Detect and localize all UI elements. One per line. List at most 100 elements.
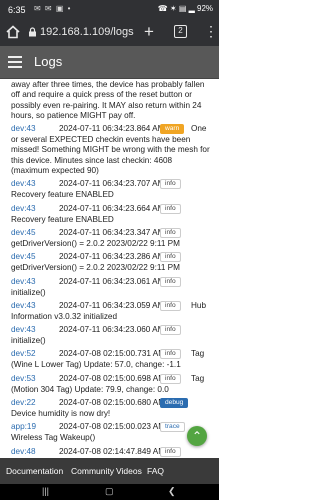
- log-entry-meta: dev:52 2024-07-08 02:15:00.731 AM info Tag: [11, 349, 211, 360]
- log-timestamp: 2024-07-11 06:34:23.286 AM: [59, 252, 165, 262]
- notification-icons: ✉ ✉ ▣ •: [34, 4, 72, 13]
- log-device-link[interactable]: dev:52: [11, 349, 36, 358]
- log-entry: dev:43 2024-07-11 06:34:23.707 AM info Reco…: [11, 179, 211, 200]
- log-timestamp: 2024-07-08 02:14:47.849 AM: [59, 446, 166, 456]
- log-timestamp: 2024-07-11 06:34:23.061 AM: [59, 276, 165, 286]
- log-message: getDriverVersion() = 2.0.2 2023/02/22 9:…: [11, 263, 180, 273]
- home-nav-icon[interactable]: ▢: [105, 486, 114, 497]
- log-entry-meta: app:19 2024-07-08 02:15:00.023 AM trace: [11, 422, 211, 433]
- info-icon[interactable]: [28, 27, 37, 37]
- log-entry: app:19 2024-07-08 02:15:00.023 AM trace Wir…: [11, 422, 211, 443]
- log-entry-meta: dev:43 2024-07-11 06:34:23.707 AM info: [11, 179, 211, 190]
- log-level-badge: info: [160, 446, 181, 457]
- log-level-badge: info: [160, 276, 181, 287]
- page-footer: Documentation Community Videos FAQ: [0, 458, 219, 484]
- log-timestamp: 2024-07-11 06:34:23.059 AM: [59, 300, 165, 310]
- log-entry: dev:22 2024-07-08 02:15:00.680 AM debug Dev…: [11, 398, 211, 419]
- log-device-link[interactable]: dev:48: [11, 447, 36, 456]
- log-device-link[interactable]: dev:43: [11, 179, 36, 188]
- system-nav-bar: ||| ▢ ❮: [0, 484, 219, 500]
- log-level-badge: warn: [160, 124, 185, 135]
- recents-icon[interactable]: |||: [42, 486, 49, 496]
- log-message: initialize(): [11, 287, 46, 297]
- url-field[interactable]: 192.168.1.109/logs: [40, 26, 134, 38]
- log-entry: dev:43 2024-07-11 06:34:23.864 AM warn One o…: [11, 124, 211, 176]
- footer-link-faq[interactable]: FAQ: [147, 466, 164, 476]
- log-device-link[interactable]: dev:45: [11, 228, 36, 237]
- page-title: Logs: [34, 54, 63, 69]
- log-level-badge: info: [160, 252, 181, 263]
- log-message: Device humidity is now dry!: [11, 409, 111, 419]
- browser-menu-icon[interactable]: ⋮: [204, 23, 218, 40]
- log-message: initialize(): [11, 336, 46, 346]
- log-message-start: Hub: [191, 300, 207, 310]
- log-device-link[interactable]: app:19: [11, 422, 36, 431]
- log-message: Information v3.0.32 initialized: [11, 311, 118, 321]
- log-level-badge: info: [160, 227, 181, 238]
- log-message-start: Tag: [191, 349, 205, 359]
- log-entry-meta: dev:43 2024-07-11 06:34:23.664 AM info: [11, 203, 211, 215]
- back-icon[interactable]: ❮: [168, 486, 176, 497]
- log-device-link[interactable]: dev:45: [11, 252, 36, 261]
- log-entry: dev:52 2024-07-08 02:15:00.731 AM info Tag (…: [11, 349, 211, 370]
- log-entry-meta: dev:48 2024-07-08 02:14:47.849 AM info: [11, 446, 211, 458]
- browser-toolbar: 192.168.1.109/logs + 2 ⋮: [0, 20, 219, 46]
- log-timestamp: 2024-07-08 02:15:00.698 AM: [59, 373, 166, 383]
- log-level-badge: info: [160, 325, 181, 336]
- log-device-link[interactable]: dev:22: [11, 398, 36, 407]
- status-bar: 6:35 ✉ ✉ ▣ • ☎ ✶ ▤ ▂ 92%: [0, 0, 219, 20]
- log-message: (Wine L Lower Tag) Update: 57.0, change:…: [11, 360, 181, 370]
- log-list[interactable]: away after three times, the device has p…: [0, 80, 219, 458]
- log-entry-meta: dev:43 2024-07-11 06:34:23.061 AM info: [11, 276, 211, 288]
- log-device-link[interactable]: dev:43: [11, 325, 36, 334]
- log-message: Recovery feature ENABLED: [11, 190, 114, 200]
- log-timestamp: 2024-07-11 06:34:23.707 AM: [59, 179, 165, 189]
- log-timestamp: 2024-07-11 06:34:23.347 AM: [59, 227, 165, 237]
- log-entry-meta: dev:43 2024-07-11 06:34:23.864 AM warn One: [11, 124, 211, 135]
- log-level-badge: debug: [160, 398, 189, 409]
- log-entry-meta: dev:45 2024-07-11 06:34:23.286 AM info: [11, 252, 211, 263]
- footer-link-videos[interactable]: Videos: [116, 466, 142, 476]
- log-level-badge: info: [160, 179, 181, 190]
- new-tab-icon[interactable]: +: [144, 22, 154, 42]
- scroll-top-button[interactable]: ⌃: [187, 426, 207, 446]
- log-entry: dev:43 2024-07-11 06:34:23.060 AM info init…: [11, 325, 211, 346]
- log-entry: dev:43 2024-07-11 06:34:23.061 AM info init…: [11, 276, 211, 298]
- log-entry-meta: dev:43 2024-07-11 06:34:23.060 AM info: [11, 325, 211, 336]
- log-timestamp: 2024-07-08 02:15:00.023 AM: [59, 422, 166, 432]
- log-message: or several EXPECTED checkin events have …: [11, 135, 210, 176]
- footer-link-community[interactable]: Community: [71, 466, 114, 476]
- log-entry-meta: dev:22 2024-07-08 02:15:00.680 AM debug: [11, 398, 211, 409]
- log-entry: dev:43 2024-07-11 06:34:23.059 AM info Hub I…: [11, 300, 211, 322]
- log-device-link[interactable]: dev:43: [11, 204, 36, 213]
- log-entry: dev:43 2024-07-11 06:34:23.664 AM info Reco…: [11, 203, 211, 225]
- log-level-badge: info: [160, 373, 181, 384]
- footer-link-documentation[interactable]: Documentation: [6, 466, 63, 476]
- log-level-badge: trace: [160, 422, 185, 433]
- log-message: Recovery feature ENABLED: [11, 214, 114, 224]
- log-timestamp: 2024-07-11 06:34:23.864 AM: [59, 124, 165, 134]
- log-device-link[interactable]: dev:43: [11, 124, 36, 133]
- log-device-link[interactable]: dev:43: [11, 277, 36, 286]
- system-status: ☎ ✶ ▤ ▂ 92%: [157, 4, 213, 13]
- log-level-badge: info: [160, 300, 181, 311]
- log-message-start: One: [191, 124, 207, 134]
- tab-switcher-button[interactable]: 2: [174, 25, 187, 38]
- log-device-link[interactable]: dev:43: [11, 301, 36, 310]
- log-entry: dev:482024-07-08 02:14:47.849 AMinfoLumi…: [11, 446, 211, 458]
- log-device-link[interactable]: dev:53: [11, 374, 36, 383]
- hamburger-menu-icon[interactable]: [8, 56, 22, 71]
- log-timestamp: 2024-07-11 06:34:23.664 AM: [59, 203, 165, 213]
- log-continuation: away after three times, the device has p…: [11, 80, 211, 121]
- log-message: Wireless Tag Wakeup(): [11, 433, 96, 443]
- log-entry: dev:53 2024-07-08 02:15:00.698 AM info Tag (…: [11, 373, 211, 395]
- log-message: getDriverVersion() = 2.0.2 2023/02/22 9:…: [11, 238, 180, 248]
- log-message: (Motion 304 Tag) Update: 79.9, change: 0…: [11, 384, 169, 394]
- log-entry-meta: dev:45 2024-07-11 06:34:23.347 AM info: [11, 227, 211, 239]
- home-icon[interactable]: [5, 24, 21, 40]
- log-entry: dev:45 2024-07-11 06:34:23.347 AM info getD…: [11, 227, 211, 249]
- log-level-badge: info: [160, 203, 181, 214]
- log-entry-meta: dev:43 2024-07-11 06:34:23.059 AM info Hub: [11, 300, 211, 312]
- log-message: away after three times, the device has p…: [11, 80, 205, 120]
- log-timestamp: 2024-07-08 02:15:00.731 AM: [59, 349, 166, 359]
